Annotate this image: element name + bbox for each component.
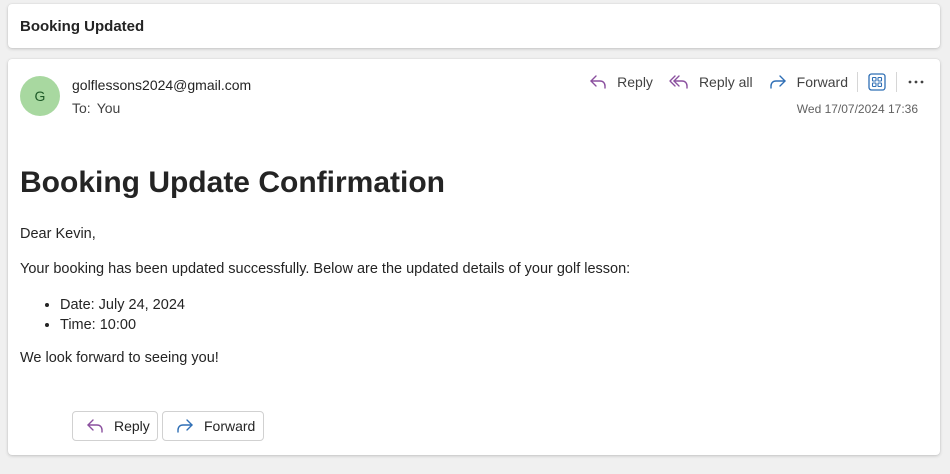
more-actions-button[interactable] <box>906 72 926 92</box>
list-item: Time: 10:00 <box>60 315 185 335</box>
reply-arrow-icon <box>87 419 103 433</box>
intro-paragraph: Your booking has been updated successful… <box>20 261 631 277</box>
subject-header: Booking Updated <box>8 4 940 48</box>
subject-title: Booking Updated <box>20 18 145 35</box>
reply-all-label: Reply all <box>698 74 753 90</box>
list-item: Date: July 24, 2024 <box>60 295 185 315</box>
footer-forward-button[interactable]: Forward <box>162 411 264 441</box>
greeting: Dear Kevin, <box>20 226 96 242</box>
message-card: G golflessons2024@gmail.com To: You Reply… <box>8 59 940 455</box>
action-divider <box>857 72 858 92</box>
forward-arrow-icon <box>769 75 786 89</box>
body-heading: Booking Update Confirmation <box>20 166 445 199</box>
apps-button[interactable] <box>867 72 887 92</box>
forward-label: Forward <box>796 74 848 90</box>
reply-all-icon <box>669 75 688 89</box>
sender-avatar[interactable]: G <box>20 76 60 116</box>
to-label: To: <box>72 100 91 116</box>
footer-forward-label: Forward <box>204 418 256 434</box>
booking-details-list: Date: July 24, 2024 Time: 10:00 <box>20 295 185 335</box>
more-horizontal-icon <box>908 80 924 84</box>
forward-arrow-icon <box>177 419 193 433</box>
message-timestamp: Wed 17/07/2024 17:36 <box>796 102 918 116</box>
closing: We look forward to seeing you! <box>20 350 219 366</box>
footer-reply-label: Reply <box>114 418 150 434</box>
reply-button[interactable]: Reply <box>589 74 653 90</box>
reply-label: Reply <box>617 74 653 90</box>
reply-arrow-icon <box>590 75 606 89</box>
footer-reply-button[interactable]: Reply <box>72 411 158 441</box>
sender-email[interactable]: golflessons2024@gmail.com <box>72 77 251 93</box>
message-actions: Reply Reply all Forward <box>589 69 926 95</box>
reply-all-button[interactable]: Reply all <box>669 74 753 90</box>
to-value[interactable]: You <box>97 100 121 116</box>
action-divider <box>896 72 897 92</box>
forward-button[interactable]: Forward <box>769 74 848 90</box>
apps-grid-icon <box>868 73 886 91</box>
recipient-line: To: You <box>72 100 120 116</box>
